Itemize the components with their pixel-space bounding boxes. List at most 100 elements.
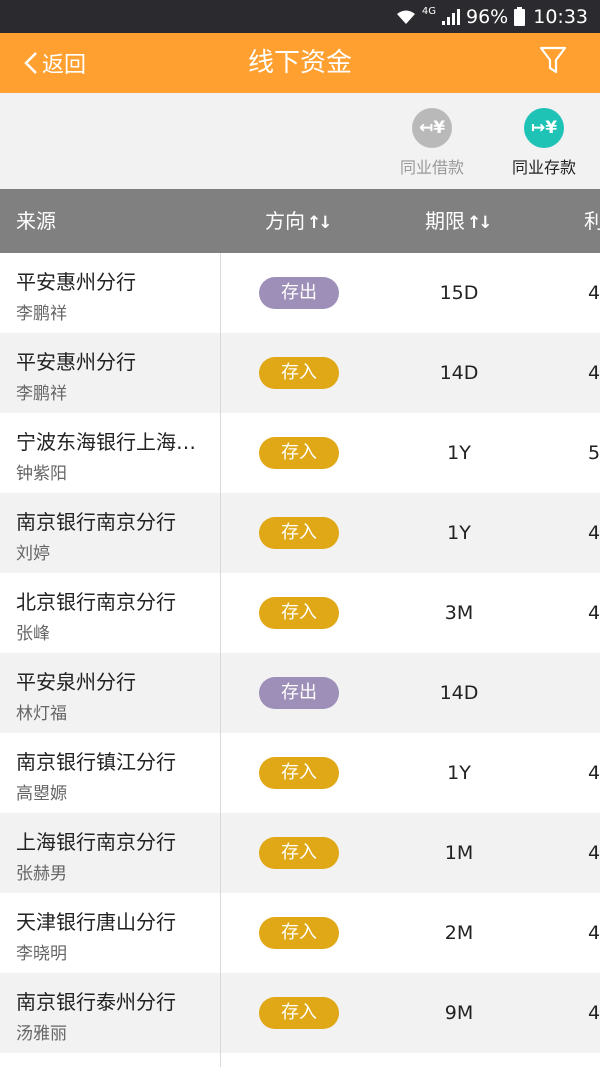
column-header-direction[interactable]: 方向 ↑↓ [265,189,332,253]
battery-percent: 96% [466,5,509,28]
rate-cell: 4 [588,842,600,864]
contact-person: 汤雅丽 [16,1024,67,1044]
table-row[interactable]: 北京银行南京分行张峰 存入 3M 4 [0,573,600,653]
direction-badge: 存入 [259,757,339,789]
bank-name: 南京银行南京分行 [16,510,176,534]
term-cell: 1Y [447,442,471,464]
signal-icon [442,8,460,25]
toggle-interbank-borrowing[interactable]: ↤¥ 同业借款 [392,108,472,178]
term-cell: 9M [444,1002,474,1024]
back-button[interactable]: 返回 [24,33,86,93]
bank-name: 上海银行南京分行 [16,830,176,854]
column-header-rate: 利 [584,209,600,233]
direction-badge: 存入 [259,917,339,949]
table-row[interactable]: 平安惠州分行李鹏祥 存出 15D 4 [0,253,600,333]
network-type: 4G [421,6,436,17]
rate-cell: 4 [588,522,600,544]
contact-person: 李鹏祥 [16,384,67,404]
category-toggle-bar: ↤¥ 同业借款 ↦¥ 同业存款 [0,93,600,189]
term-cell: 1M [444,842,474,864]
term-cell: 3M [444,602,474,624]
status-bar: 4G 96% 10:33 [0,0,600,33]
bank-name: 天津银行唐山分行 [16,910,176,934]
bank-name: 宁波东海银行上海… [16,430,196,454]
source-cell: 平安惠州分行 李鹏祥 [16,266,212,324]
bank-name: 南京银行泰州分行 [16,990,176,1014]
table-row[interactable]: 上海银行南京分行张赫男 存入 1M 4 [0,813,600,893]
toggle-borrow-label: 同业借款 [399,158,464,177]
source-cell: 天津银行唐山分行李晓明 [16,906,212,964]
borrow-yen-icon: ↤¥ [412,108,452,148]
term-cell: 15D [439,282,479,304]
table-row[interactable]: 南京银行南京分行刘婷 存入 1Y 4 [0,493,600,573]
source-cell: 南京银行镇江分行高曌嫄 [16,746,212,804]
direction-badge: 存入 [259,597,339,629]
table-row[interactable]: 天津银行唐山分行李晓明 存入 2M 4 [0,893,600,973]
table-row[interactable]: 宁波东海银行上海… 钟紫阳 存入 1Y 5 [0,413,600,493]
rate-cell: 5 [588,442,600,464]
direction-header-label: 方向 [265,209,305,233]
bank-name: 平安泉州分行 [16,670,136,694]
table-row[interactable]: 南京银行镇江分行高曌嫄 存入 1Y 4 [0,733,600,813]
column-header-source: 来源 [16,209,56,233]
rate-cell: 4 [588,922,600,944]
source-cell: 宁波东海银行上海… 钟紫阳 [16,426,212,484]
bank-name: 平安惠州分行 [16,270,136,294]
source-cell: 上海银行南京分行张赫男 [16,826,212,884]
fund-list: 平安惠州分行 李鹏祥 存出 15D 4 平安惠州分行 李鹏祥 存入 14D 4 宁波东海银行上海… 钟… [0,253,600,1067]
rate-cell: 4 [588,282,600,304]
rate-cell: 4 [588,362,600,384]
contact-person: 李鹏祥 [16,304,67,324]
direction-badge: 存出 [259,277,339,309]
rate-cell: 4 [588,1002,600,1024]
source-cell: 平安惠州分行 李鹏祥 [16,346,212,404]
term-cell: 1Y [447,762,471,784]
term-cell: 1Y [447,522,471,544]
contact-person: 张赫男 [16,864,67,884]
column-header-term[interactable]: 期限 ↑↓ [425,189,492,253]
bank-name: 北京银行南京分行 [16,590,176,614]
contact-person: 刘婷 [16,544,50,564]
term-cell: 14D [439,362,479,384]
direction-badge: 存入 [259,437,339,469]
direction-badge: 存入 [259,517,339,549]
rate-cell: 4 [588,602,600,624]
deposit-yen-icon: ↦¥ [524,108,564,148]
direction-badge: 存出 [259,677,339,709]
toggle-interbank-deposit[interactable]: ↦¥ 同业存款 [504,108,584,178]
battery-icon [514,7,526,26]
source-cell: 北京银行南京分行张峰 [16,586,212,644]
contact-person: 张峰 [16,624,50,644]
clock: 10:33 [533,5,588,28]
contact-person: 林灯福 [16,704,67,724]
sort-icon: ↑↓ [307,213,332,233]
rate-cell: 4 [588,762,600,784]
back-label: 返回 [42,53,87,78]
wifi-icon [396,9,416,25]
source-cell: 南京银行南京分行刘婷 [16,506,212,564]
term-header-label: 期限 [425,209,465,233]
direction-badge: 存入 [259,357,339,389]
table-row[interactable]: 平安泉州分行林灯福 存出 14D [0,653,600,733]
filter-button[interactable] [538,45,568,77]
bank-name: 南京银行镇江分行 [16,750,176,774]
direction-badge: 存入 [259,837,339,869]
table-row[interactable]: 平安惠州分行李鹏祥 存入 14D 4 [0,333,600,413]
column-divider [220,253,221,1067]
contact-person: 高曌嫄 [16,784,67,804]
table-row[interactable]: 南京银行泰州分行汤雅丽 存入 9M 4 [0,973,600,1053]
bank-name: 平安惠州分行 [16,350,136,374]
term-cell: 14D [439,682,479,704]
page-title: 线下资金 [247,48,352,78]
app-header: 返回 线下资金 [0,33,600,93]
toggle-deposit-label: 同业存款 [511,158,576,177]
chevron-left-icon [24,52,37,74]
contact-person: 钟紫阳 [16,464,67,484]
table-header: 来源 方向 ↑↓ 期限 ↑↓ 利 [0,189,600,253]
source-cell: 平安泉州分行 林灯福 [16,666,212,724]
term-cell: 2M [444,922,474,944]
contact-person: 李晓明 [16,944,67,964]
direction-badge: 存入 [259,997,339,1029]
source-cell: 南京银行泰州分行汤雅丽 [16,986,212,1044]
filter-icon [539,46,567,74]
